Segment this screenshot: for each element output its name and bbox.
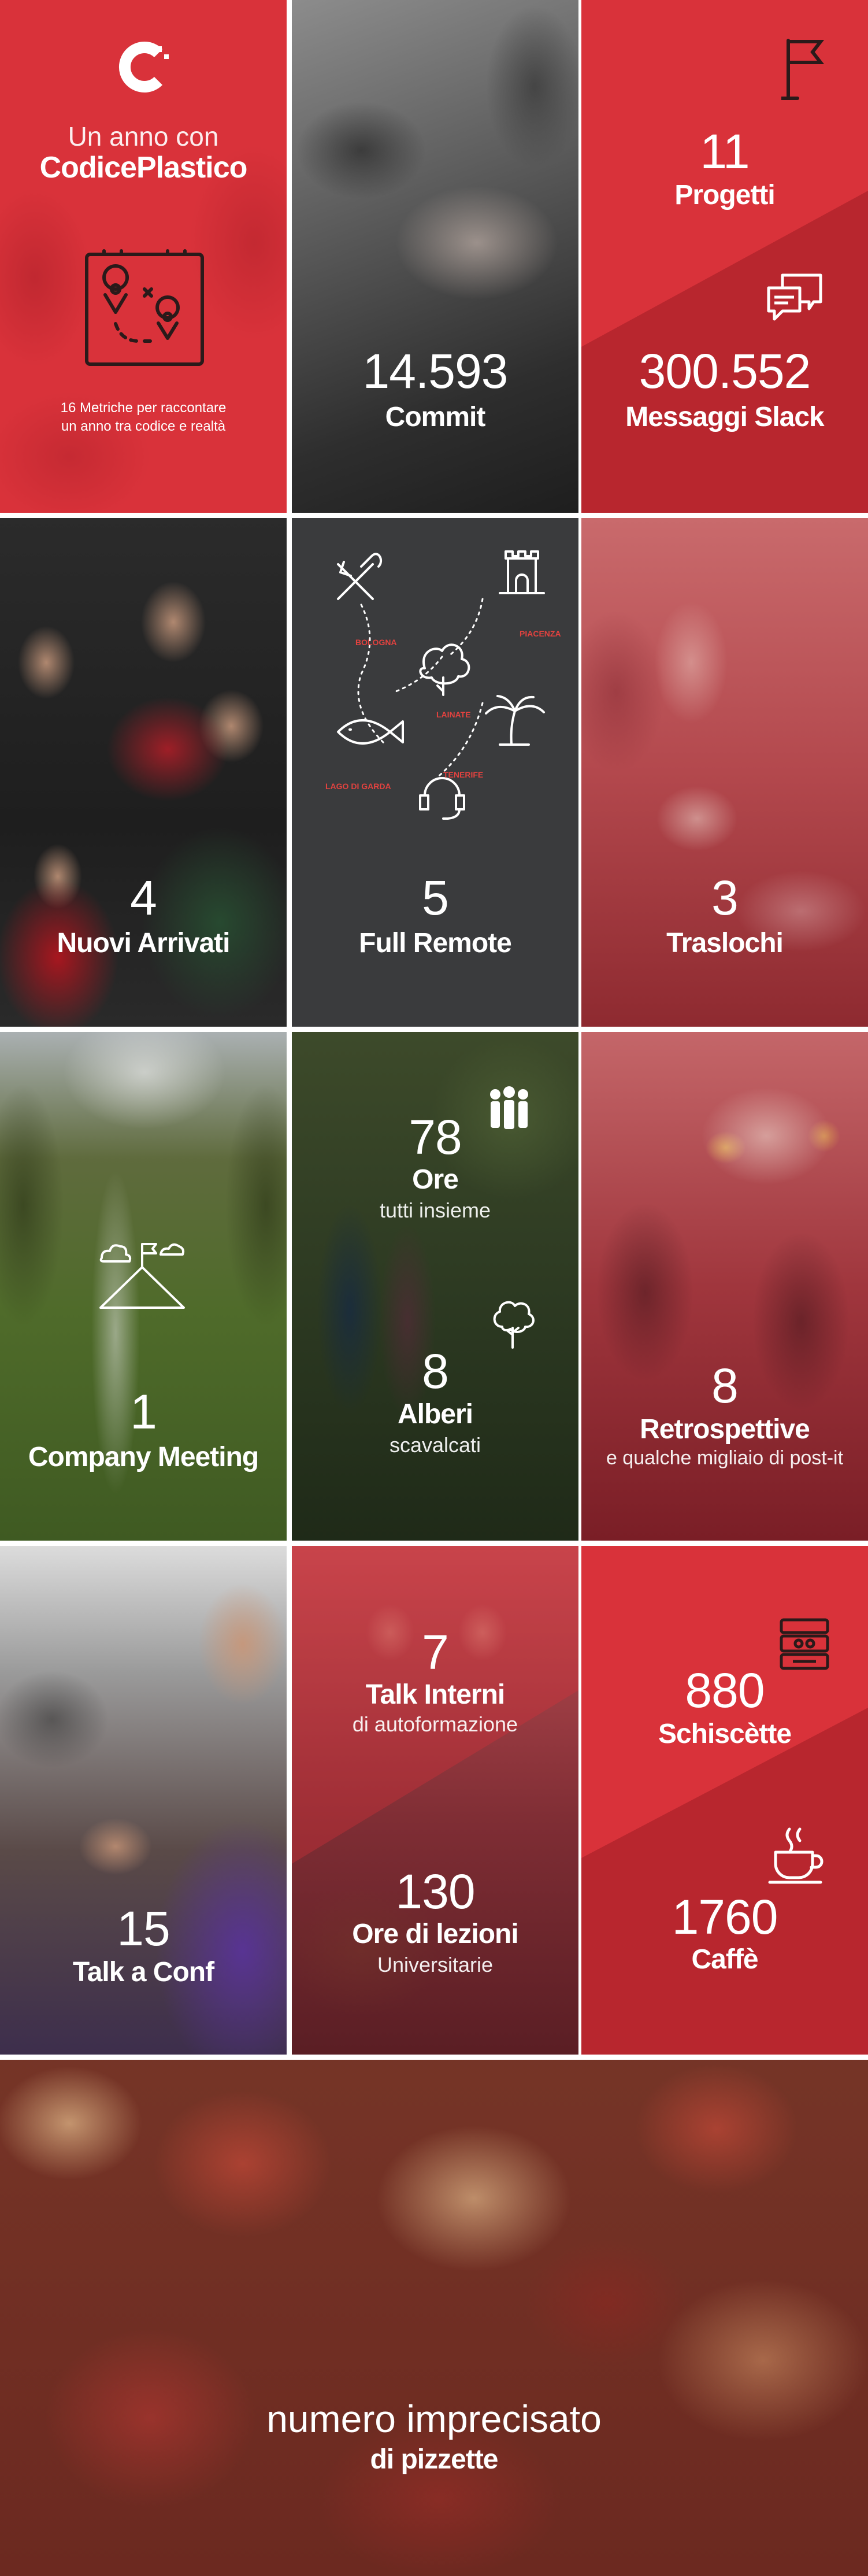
arrivi-value: 4: [130, 871, 157, 925]
schiscette-caffe-tile: 880 Schiscètte 1760 Caffè: [581, 1546, 868, 2055]
ore-value: 78: [409, 1110, 462, 1164]
schiscette-label: Schiscètte: [658, 1719, 792, 1749]
tree-icon: [493, 1301, 535, 1349]
caffe-label: Caffè: [691, 1944, 758, 1975]
lunchbox-icon: [780, 1618, 829, 1670]
retro-value: 8: [711, 1359, 739, 1413]
commit-value: 14.593: [362, 344, 509, 398]
place-piacenza: PIACENZA: [520, 629, 561, 638]
place-lago-di-garda: LAGO DI GARDA: [325, 782, 391, 791]
retro-label: Retrospettive: [640, 1414, 810, 1445]
slack-value: 300.552: [639, 344, 811, 398]
remote-value: 5: [422, 871, 449, 925]
meeting-label: Company Meeting: [28, 1442, 259, 1472]
tower-icon: [499, 550, 545, 594]
remote-map: [337, 550, 545, 820]
fish-icon: [337, 719, 404, 745]
diagonal-split: [292, 1546, 578, 1864]
ore-alberi-tile: 78 Ore tutti insieme 8 Alberi scavalcati: [292, 1032, 578, 1541]
retro-sub: e qualche migliaio di post-it: [606, 1447, 844, 1469]
flag-icon: [781, 39, 825, 100]
retro-tile: 8 Retrospettive e qualche migliaio di po…: [581, 1032, 868, 1541]
traslochi-value: 3: [711, 871, 739, 925]
pizzette-label: di pizzette: [370, 2444, 498, 2475]
intro-tile: Un anno con CodicePlastico 16 Metriche p…: [0, 0, 287, 513]
talkconf-label: Talk a Conf: [72, 1957, 214, 1987]
meeting-tile: 1 Company Meeting: [0, 1032, 287, 1541]
keyboard-photo: [292, 0, 578, 513]
talkint-value: 7: [422, 1625, 449, 1679]
remote-label: Full Remote: [359, 928, 512, 958]
talkint-label: Talk Interni: [365, 1679, 506, 1710]
meeting-value: 1: [130, 1385, 157, 1439]
progetti-label: Progetti: [674, 180, 775, 210]
arrivi-label: Nuovi Arrivati: [57, 928, 231, 958]
progetti-slack-tile: 11 Progetti 300.552 Messaggi Slack: [581, 0, 868, 513]
talkconf-value: 15: [117, 1901, 170, 1956]
progetti-value: 11: [700, 124, 750, 179]
caffe-value: 1760: [672, 1890, 778, 1944]
remote-tile: BOLOGNA PIACENZA LAINATE LAGO DI GARDA T…: [292, 518, 578, 1027]
palm-icon: [485, 695, 545, 746]
lezioni-value: 130: [395, 1864, 475, 1919]
alberi-value: 8: [422, 1344, 449, 1398]
forest-photo: [292, 1032, 578, 1541]
intro-tagline1: 16 Metriche per raccontare: [60, 400, 227, 416]
ore-sub: tutti insieme: [379, 1198, 491, 1222]
commit-label: Commit: [385, 402, 486, 432]
intro-tagline2: un anno tra codice e realtà: [61, 419, 226, 434]
lezioni-sub: Universitarie: [377, 1953, 494, 1977]
intro-title: CodicePlastico: [39, 151, 248, 184]
talk-lezioni-tile: 7 Talk Interni di autoformazione 130 Ore…: [292, 1546, 578, 2055]
pizzette-tile: numero imprecisato di pizzette: [0, 2060, 868, 2576]
talkint-sub: di autoformazione: [352, 1712, 518, 1736]
trees-icon: [419, 643, 470, 696]
talkconf-tile: 15 Talk a Conf: [0, 1546, 287, 2055]
intro-line1: Un anno con: [68, 121, 219, 151]
headset-icon: [419, 777, 465, 820]
slack-label: Messaggi Slack: [625, 402, 825, 432]
commit-tile: 14.593 Commit: [292, 0, 578, 513]
traslochi-tile: 3 Traslochi: [581, 518, 868, 1027]
traslochi-label: Traslochi: [666, 928, 784, 958]
chat-bubbles-icon: [767, 273, 822, 321]
schiscette-value: 880: [685, 1663, 765, 1718]
place-bologna: BOLOGNA: [355, 638, 397, 647]
lezioni-label: Ore di lezioni: [352, 1919, 518, 1949]
c-logo-icon: [119, 42, 169, 92]
alberi-sub: scavalcati: [389, 1433, 481, 1457]
arrivi-tile: 4 Nuovi Arrivati: [0, 518, 287, 1027]
place-lainate: LAINATE: [436, 710, 471, 719]
coffee-cup-icon: [768, 1827, 824, 1884]
fork-knife-icon: [337, 553, 383, 600]
mountain-flag-icon: [99, 1243, 185, 1309]
alberi-label: Alberi: [397, 1399, 473, 1430]
ore-label: Ore: [412, 1164, 459, 1195]
place-tenerife: TENERIFE: [443, 770, 484, 779]
pizzette-overlay: [0, 2060, 868, 2576]
pizzette-value: numero imprecisato: [266, 2397, 602, 2440]
treasure-map-icon: [85, 249, 204, 366]
